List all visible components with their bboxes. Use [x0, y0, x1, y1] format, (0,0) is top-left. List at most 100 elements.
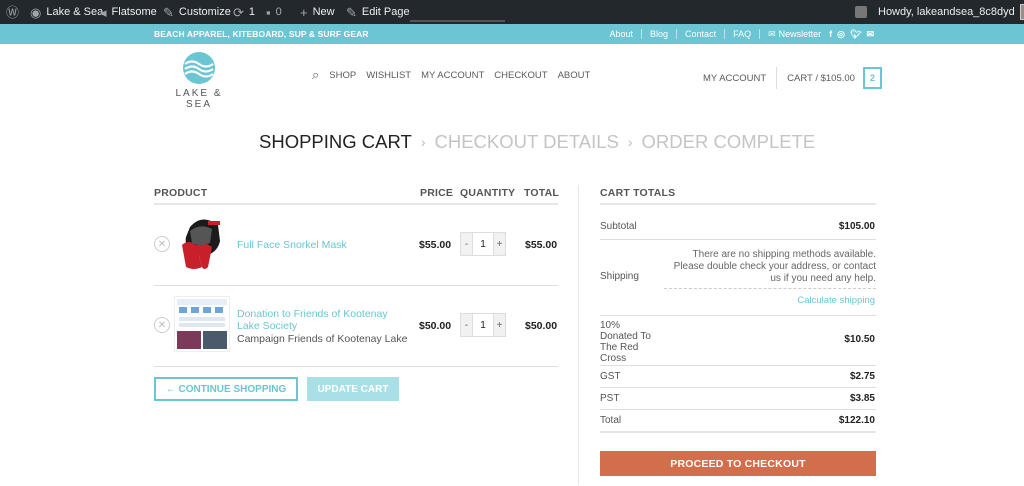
brush-icon: ✎ [163, 4, 174, 20]
divider [676, 29, 678, 39]
divider [154, 366, 558, 367]
col-product: PRODUCT [154, 187, 208, 199]
admin-account[interactable]: Howdy, lakeandsea_8c8dyd [878, 0, 1024, 24]
quantity-plus-button[interactable]: + [494, 314, 505, 336]
quantity-plus-button[interactable]: + [494, 233, 505, 255]
divider [600, 409, 876, 410]
cart-count-badge[interactable]: 2 [862, 67, 882, 89]
gst-value: $2.75 [849, 371, 875, 382]
col-quantity: QUANTITY [460, 187, 516, 199]
nav-checkout[interactable]: CHECKOUT [494, 70, 547, 81]
top-link-about[interactable]: About [610, 29, 634, 39]
divider [154, 203, 558, 205]
top-link-contact[interactable]: Contact [685, 29, 716, 39]
divider [759, 29, 761, 39]
top-link-faq[interactable]: FAQ [733, 29, 751, 39]
step-shopping-cart[interactable]: SHOPPING CART [259, 131, 412, 153]
updates-icon: ⟳ [233, 4, 244, 20]
admin-comments[interactable]: ▪ 0 [266, 0, 282, 24]
remove-item-icon[interactable]: ✕ [154, 317, 170, 333]
cart-totals-title: CART TOTALS [600, 187, 676, 199]
header-my-account[interactable]: MY ACCOUNT [703, 73, 766, 84]
divider [641, 29, 643, 39]
shipping-label: Shipping [600, 271, 639, 282]
comment-icon: ▪ [266, 4, 271, 20]
update-cart-button[interactable]: UPDATE CART [307, 377, 399, 401]
product-meta: Campaign Friends of Kootenay Lake [237, 333, 408, 345]
divider [600, 315, 876, 316]
shipping-note: There are no shipping methods available.… [673, 249, 876, 284]
site-logo[interactable]: LAKE & SEA [162, 50, 236, 110]
quantity-stepper: - 1 + [460, 232, 506, 256]
nav-my-account[interactable]: MY ACCOUNT [421, 70, 484, 81]
item-total: $50.00 [525, 320, 558, 332]
divider [664, 288, 876, 289]
divider [600, 203, 876, 205]
quantity-input[interactable]: 1 [472, 314, 494, 336]
plus-icon: + [300, 4, 308, 20]
tagline: BEACH APPAREL, KITEBOARD, SUP & SURF GEA… [154, 29, 369, 39]
nav-about[interactable]: ABOUT [558, 70, 591, 81]
divider [776, 67, 778, 89]
newsletter-link[interactable]: ✉ Newsletter [768, 29, 821, 40]
wordpress-logo-icon[interactable]: Ⓦ [6, 0, 19, 24]
social-icons: f ◎ 🐦︎ ✉ [829, 29, 874, 40]
quantity-minus-button[interactable]: - [461, 314, 472, 336]
top-link-blog[interactable]: Blog [650, 29, 668, 39]
admin-customize[interactable]: ✎ Customize [163, 0, 231, 24]
remove-item-icon[interactable]: ✕ [154, 236, 170, 252]
top-links: About Blog Contact FAQ ✉ Newsletter f ◎ … [610, 24, 874, 44]
product-image-donation[interactable] [174, 296, 230, 352]
divider [154, 285, 558, 286]
top-bar: BEACH APPAREL, KITEBOARD, SUP & SURF GEA… [0, 24, 1024, 44]
total-label: Total [600, 415, 622, 426]
checkout-steps: SHOPPING CART › CHECKOUT DETAILS › ORDER… [259, 131, 815, 153]
pencil-icon: ✎ [346, 4, 357, 20]
chevron-right-icon: › [420, 134, 426, 150]
divider [600, 431, 876, 433]
email-icon[interactable]: ✉ [866, 29, 874, 40]
admin-search-underline [410, 20, 505, 22]
step-checkout-details[interactable]: CHECKOUT DETAILS [435, 131, 619, 153]
divider [578, 185, 579, 485]
product-name-link[interactable]: Full Face Snorkel Mask [237, 239, 347, 251]
admin-new[interactable]: + New [300, 0, 335, 24]
donation-label: 10% Donated To The Red Cross [600, 320, 651, 364]
item-total: $55.00 [525, 239, 558, 251]
main-nav: ⌕ SHOP WISHLIST MY ACCOUNT CHECKOUT ABOU… [312, 67, 590, 83]
continue-shopping-button[interactable]: ← CONTINUE SHOPPING [154, 377, 298, 401]
quantity-minus-button[interactable]: - [461, 233, 472, 255]
subtotal-label: Subtotal [600, 221, 637, 232]
admin-bar: Ⓦ ◉ Lake & Sea ◂ Flatsome ✎ Customize ⟳ … [0, 0, 1024, 24]
admin-updates[interactable]: ⟳ 1 [233, 0, 255, 24]
admin-edit-page[interactable]: ✎ Edit Page [346, 0, 410, 24]
admin-notification-icon[interactable] [855, 0, 867, 24]
divider [600, 239, 876, 240]
proceed-to-checkout-button[interactable]: PROCEED TO CHECKOUT [600, 451, 876, 476]
dashboard-icon: ◉ [30, 4, 42, 20]
twitter-icon[interactable]: 🐦︎ [850, 29, 861, 40]
search-icon[interactable]: ⌕ [312, 67, 319, 83]
product-image-snorkel[interactable] [174, 215, 230, 273]
donation-value: $10.50 [844, 334, 875, 345]
col-price: PRICE [420, 187, 454, 199]
header-cart-link[interactable]: CART / $105.00 [787, 73, 855, 84]
quantity-input[interactable]: 1 [472, 233, 494, 255]
logo-text: LAKE & SEA [175, 88, 223, 110]
flatsome-icon: ◂ [100, 4, 107, 20]
nav-wishlist[interactable]: WISHLIST [366, 70, 411, 81]
envelope-icon: ✉ [768, 28, 776, 39]
admin-theme[interactable]: ◂ Flatsome [100, 0, 157, 24]
chevron-right-icon: › [627, 134, 633, 150]
divider [724, 29, 726, 39]
facebook-icon[interactable]: f [829, 29, 832, 40]
calculate-shipping-link[interactable]: Calculate shipping [797, 295, 875, 306]
admin-site-name[interactable]: ◉ Lake & Sea [30, 0, 103, 24]
header-right: MY ACCOUNT CART / $105.00 2 [703, 67, 882, 89]
logo-mark-icon [183, 52, 215, 84]
item-price: $50.00 [419, 320, 452, 332]
avatar [1019, 4, 1024, 20]
nav-shop[interactable]: SHOP [329, 70, 356, 81]
instagram-icon[interactable]: ◎ [837, 29, 845, 40]
product-name-link[interactable]: Donation to Friends of Kootenay Lake Soc… [237, 308, 407, 332]
